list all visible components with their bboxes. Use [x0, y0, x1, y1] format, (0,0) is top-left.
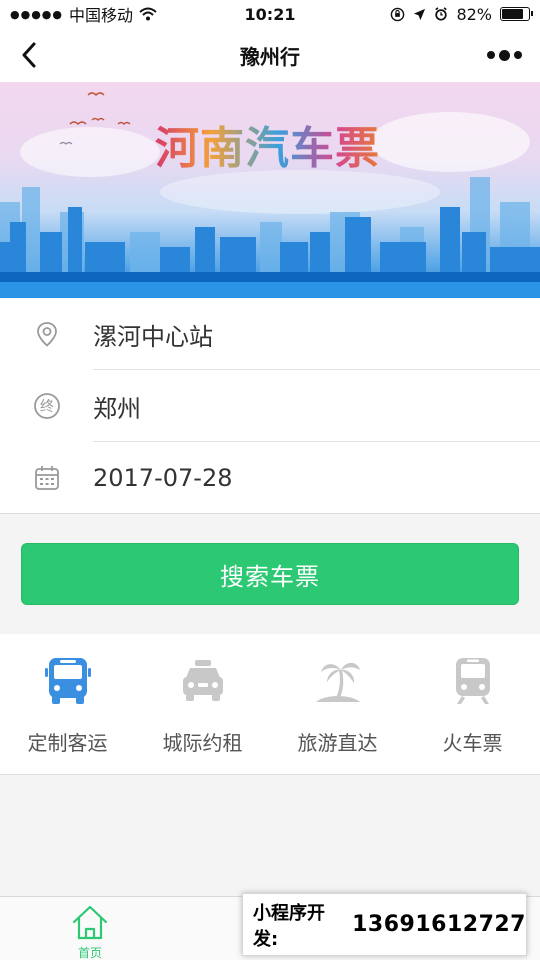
wifi-icon	[139, 7, 157, 21]
status-bar: ●●●●● 中国移动 10:21 82%	[0, 0, 540, 28]
bus-icon	[45, 658, 91, 704]
service-shortcuts: 定制客运 城际约租 旅游直达 火车票	[0, 634, 540, 775]
origin-field[interactable]: 漯河中心站	[0, 298, 540, 370]
chevron-left-icon	[22, 42, 36, 68]
service-custom-bus[interactable]: 定制客运	[0, 634, 135, 775]
destination-icon-char: 终	[40, 399, 54, 415]
more-options-button[interactable]	[487, 40, 522, 70]
navigation-bar: 豫州行	[0, 28, 540, 82]
origin-value: 漯河中心站	[93, 322, 213, 351]
service-label: 旅游直达	[297, 731, 378, 755]
battery-icon	[500, 7, 533, 21]
signal-strength-icon: ●●●●●	[10, 7, 63, 21]
calendar-icon	[35, 466, 59, 490]
battery-percentage: 82%	[456, 4, 492, 24]
more-dot-icon	[487, 51, 495, 59]
page-title: 豫州行	[240, 44, 300, 69]
tab-label: 首页	[77, 946, 102, 960]
train-icon	[456, 658, 490, 704]
watermark-label: 小程序开发:	[253, 902, 325, 950]
tab-home[interactable]: 首页	[0, 897, 180, 960]
location-pin-icon	[37, 322, 57, 347]
search-tickets-button[interactable]: 搜索车票	[21, 543, 519, 605]
service-label: 城际约租	[162, 731, 243, 755]
home-icon	[72, 905, 108, 940]
service-intercity-rental[interactable]: 城际约租	[135, 634, 270, 775]
more-dot-icon	[514, 51, 522, 59]
more-dot-icon	[499, 49, 510, 61]
ticket-search-form: 漯河中心站 终 郑州 2017-07-28	[0, 298, 540, 514]
date-field[interactable]: 2017-07-28	[0, 442, 540, 514]
alarm-icon	[435, 7, 448, 21]
divider	[0, 513, 540, 514]
developer-contact-watermark: 小程序开发: 13691612727	[242, 893, 527, 956]
banner-title: 河南汽车票	[155, 112, 380, 176]
orientation-lock-icon	[391, 7, 405, 21]
watermark-phone: 13691612727	[352, 912, 526, 937]
service-label: 火车票	[442, 731, 503, 755]
back-button[interactable]	[14, 38, 44, 72]
destination-end-icon: 终	[34, 393, 60, 419]
destination-value: 郑州	[93, 394, 141, 423]
battery-level-fill	[502, 9, 524, 19]
taxi-icon	[183, 660, 223, 701]
palm-tree-icon	[316, 662, 360, 702]
destination-field[interactable]: 终 郑州	[0, 370, 540, 442]
carrier-name: 中国移动	[69, 6, 134, 25]
service-train-tickets[interactable]: 火车票	[405, 634, 540, 775]
service-label: 定制客运	[27, 731, 108, 755]
promo-banner[interactable]: 河南汽车票	[0, 82, 540, 298]
location-arrow-icon	[414, 8, 426, 20]
service-tour-direct[interactable]: 旅游直达	[270, 634, 405, 775]
date-value: 2017-07-28	[93, 464, 233, 492]
